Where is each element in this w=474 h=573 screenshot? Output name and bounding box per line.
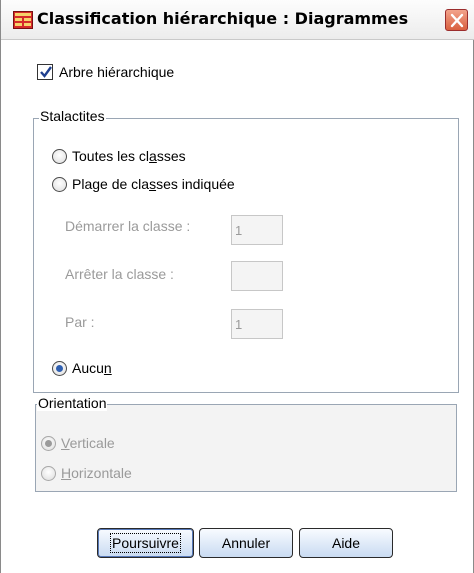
dendrogram-checkbox[interactable] (37, 64, 53, 80)
none-label: Aucun (72, 360, 112, 376)
range-clusters-label: Plage de classes indiquée (72, 176, 235, 192)
help-button[interactable]: Aide (299, 528, 393, 558)
close-icon (450, 13, 464, 28)
dialog-window: Classification hiérarchique : Diagrammes… (0, 0, 474, 573)
checkmark-icon (40, 66, 52, 78)
horizontal-label: Horizontale (61, 465, 132, 481)
dendrogram-label: Arbre hiérarchique (59, 64, 175, 80)
title-bar[interactable]: Classification hiérarchique : Diagrammes (1, 0, 474, 40)
range-clusters-radio[interactable] (52, 177, 67, 192)
vertical-radio[interactable] (41, 436, 56, 451)
all-clusters-radio[interactable] (52, 149, 67, 164)
all-clusters-label: Toutes les classes (72, 148, 186, 164)
start-cluster-label: Démarrer la classe : (65, 218, 191, 234)
stop-cluster-field[interactable] (231, 261, 283, 291)
start-cluster-field[interactable]: 1 (231, 215, 283, 245)
orientation-group-title: Orientation (37, 395, 108, 411)
app-icon (13, 11, 33, 29)
cancel-button[interactable]: Annuler (199, 528, 293, 558)
vertical-label: Verticale (61, 435, 115, 451)
window-title: Classification hiérarchique : Diagrammes (37, 9, 409, 28)
close-button[interactable] (445, 9, 468, 31)
icicle-group-title: Stalactites (39, 108, 106, 124)
horizontal-radio[interactable] (41, 466, 56, 481)
none-radio[interactable] (52, 361, 67, 376)
stop-cluster-label: Arrêter la classe : (65, 266, 174, 282)
continue-button[interactable]: Poursuivre (97, 528, 194, 558)
by-label: Par : (65, 314, 95, 330)
by-field[interactable]: 1 (231, 309, 283, 339)
